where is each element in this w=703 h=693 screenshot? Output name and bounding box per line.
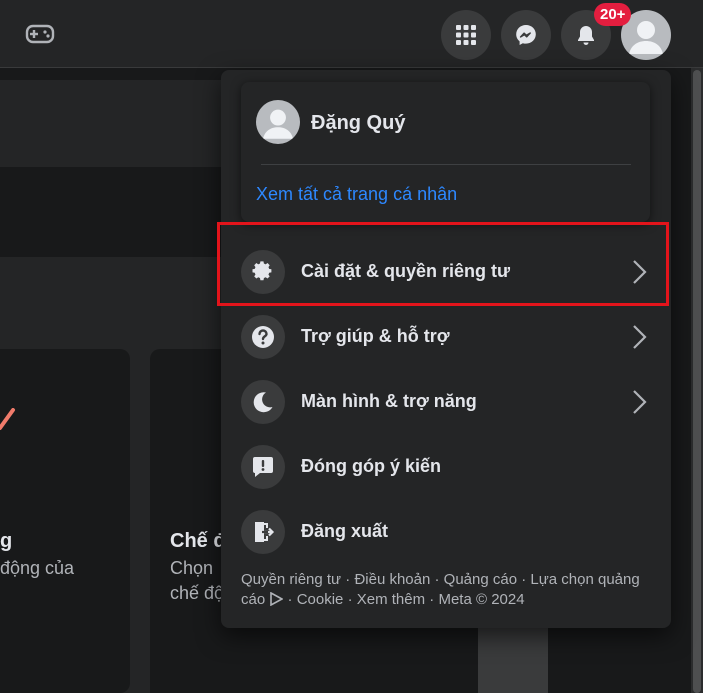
menu-item-display-accessibility[interactable]: Màn hình & trợ năng (233, 372, 659, 432)
footer-link[interactable]: Xem thêm (357, 591, 425, 608)
account-menu: Đặng Quý Xem tất cả trang cá nhân Cài đặ… (221, 70, 671, 628)
pencil-icon (0, 408, 15, 430)
background-card-mid[interactable] (150, 349, 225, 693)
game-controller-icon[interactable] (24, 20, 56, 48)
menu-item-give-feedback[interactable]: Đóng góp ý kiến (233, 437, 659, 497)
background-right-column (478, 620, 548, 693)
feedback-icon (241, 445, 285, 489)
ad-choices-icon (270, 591, 285, 607)
background-card-left[interactable] (0, 349, 130, 693)
background-card-left-title: g (0, 530, 13, 552)
menu-footer: Quyền riêng tư · Điều khoản · Quảng cáo … (241, 571, 640, 608)
profile-name[interactable]: Đặng Quý (311, 112, 405, 135)
messenger-button[interactable] (501, 10, 551, 60)
page-section-band (0, 167, 221, 257)
divider (261, 164, 631, 165)
grid-menu-icon (456, 25, 476, 45)
bell-icon (578, 26, 594, 45)
menu-item-label: Màn hình & trợ năng (301, 391, 477, 411)
messenger-icon (516, 25, 536, 45)
page-header-band (0, 80, 221, 167)
background-card-left-subtitle: động của (0, 558, 75, 578)
footer-link[interactable]: Điều khoản (354, 571, 430, 588)
avatar-icon (263, 109, 293, 139)
profile-avatar[interactable] (256, 100, 300, 144)
scrollbar-thumb[interactable] (693, 70, 701, 693)
footer-copyright: Meta © 2024 (438, 591, 525, 608)
menu-item-label: Trợ giúp & hỗ trợ (301, 326, 450, 346)
background-card-mid-title: Chế đ (170, 530, 226, 552)
footer-link[interactable]: Cookie (297, 591, 344, 608)
logout-icon (241, 510, 285, 554)
footer-link[interactable]: Quyền riêng tư (241, 571, 341, 588)
menu-item-log-out[interactable]: Đăng xuất (233, 502, 659, 562)
top-navigation-bar: 20+ (0, 0, 703, 68)
profile-card: Đặng Quý Xem tất cả trang cá nhân (241, 82, 650, 222)
background-card-mid-line2: chế độ (170, 583, 225, 603)
highlight-box (217, 222, 669, 306)
menu-button[interactable] (441, 10, 491, 60)
background-card-mid-line1: Chọn (170, 558, 214, 578)
chevron-right-icon (633, 390, 647, 414)
menu-item-label: Đóng góp ý kiến (301, 456, 442, 476)
footer-link[interactable]: Quảng cáo (444, 571, 517, 588)
moon-icon (241, 380, 285, 424)
chevron-right-icon (633, 325, 647, 349)
see-all-profiles-link[interactable]: Xem tất cả trang cá nhân (256, 184, 457, 205)
notification-badge: 20+ (594, 3, 632, 26)
menu-item-help-support[interactable]: Trợ giúp & hỗ trợ (233, 307, 659, 367)
question-icon (241, 315, 285, 359)
menu-item-label: Đăng xuất (301, 521, 389, 541)
